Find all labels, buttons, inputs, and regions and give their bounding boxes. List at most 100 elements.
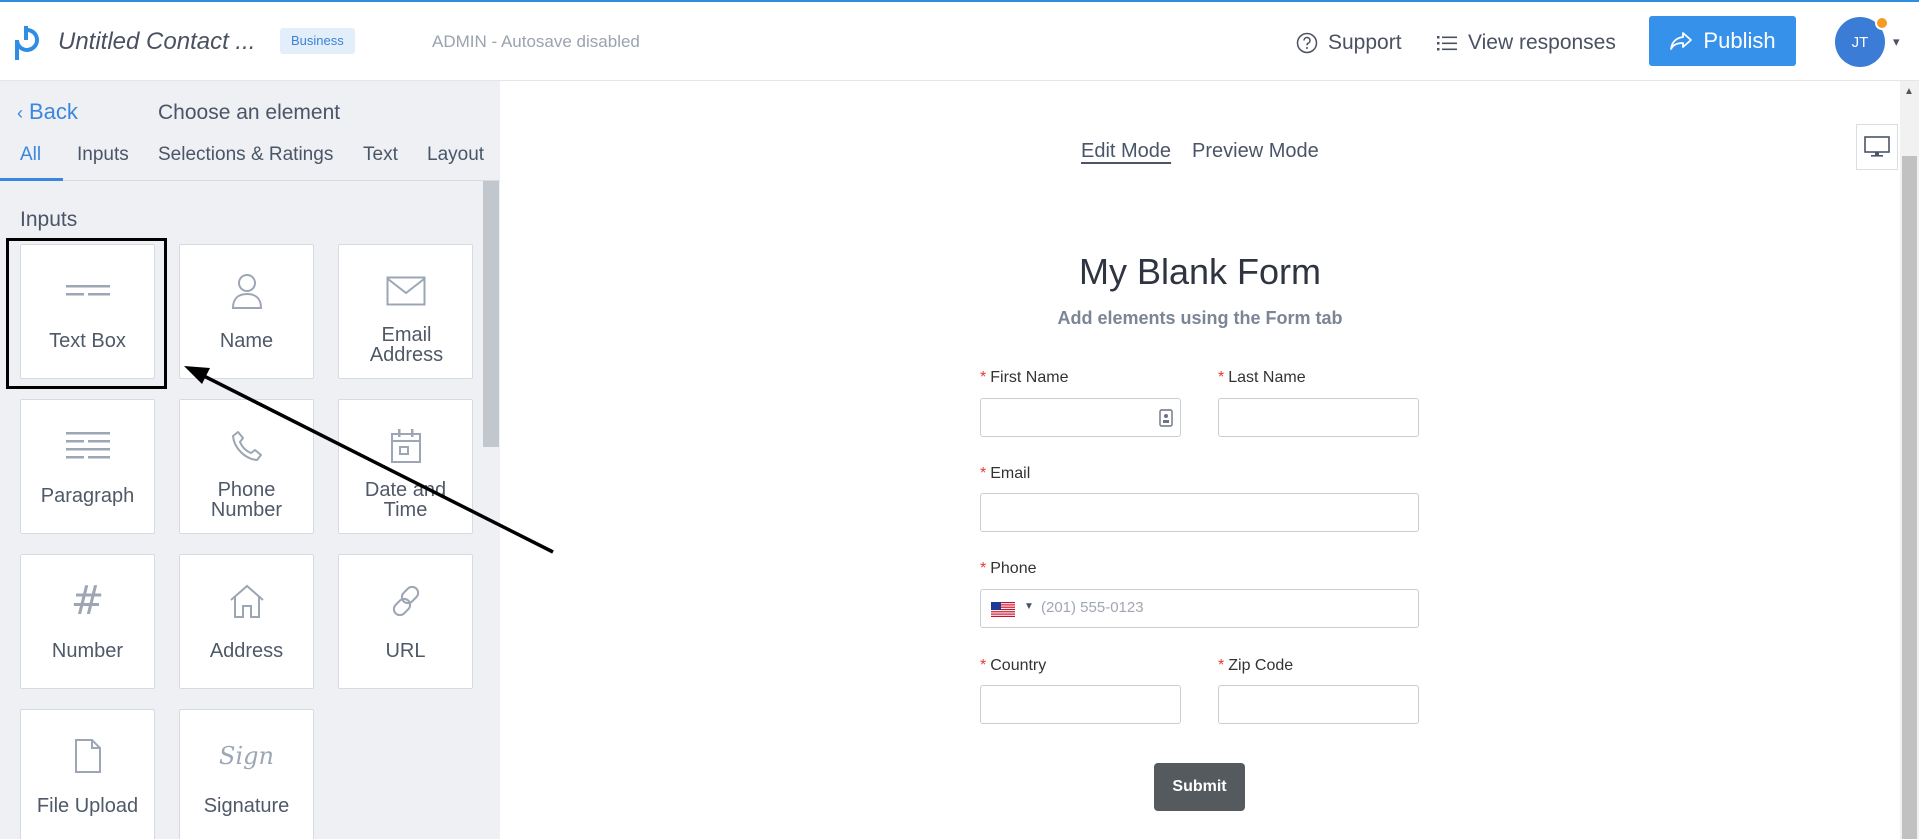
tab-text[interactable]: Text [363, 144, 398, 181]
element-label-text: Phone Number [210, 479, 283, 521]
sidebar-scroll-thumb[interactable] [483, 181, 499, 447]
zip-code-input[interactable] [1218, 685, 1419, 724]
us-flag-icon[interactable] [991, 602, 1015, 617]
first-name-label: * First Name [980, 369, 1068, 387]
house-icon [180, 581, 313, 621]
element-label: Signature [203, 795, 290, 817]
form-canvas [500, 81, 1919, 839]
section-title-inputs: Inputs [20, 208, 78, 231]
element-phone-number[interactable]: Phone Number [179, 399, 314, 534]
required-asterisk: * [980, 369, 987, 386]
required-asterisk: * [1218, 657, 1225, 674]
question-circle-icon [1296, 32, 1318, 54]
sidebar-header: ‹ Back Choose an element All Inputs Selec… [0, 81, 500, 181]
element-file-upload[interactable]: File Upload [20, 709, 155, 839]
email-input[interactable] [980, 493, 1419, 532]
element-label-text: Date and Time [364, 479, 447, 521]
plan-badge: Business [280, 28, 355, 54]
support-label: Support [1328, 31, 1402, 54]
view-responses-link[interactable]: View responses [1436, 28, 1616, 58]
first-name-input[interactable] [980, 398, 1181, 437]
notification-dot [1875, 16, 1889, 30]
element-label: Phone Number [180, 480, 313, 520]
last-name-input[interactable] [1218, 398, 1419, 437]
element-label: Paragraph [40, 485, 135, 507]
edit-mode-tab[interactable]: Edit Mode [1081, 140, 1171, 163]
envelope-icon [339, 271, 472, 311]
email-label-text: Email [990, 465, 1031, 482]
form-title[interactable]: My Blank Form [900, 251, 1500, 293]
person-icon [180, 271, 313, 311]
paragraph-icon [21, 426, 154, 466]
page-scroll-thumb[interactable] [1902, 156, 1917, 839]
view-responses-label: View responses [1468, 31, 1616, 54]
element-label: URL [385, 640, 426, 662]
element-name[interactable]: Name [179, 244, 314, 379]
back-button[interactable]: ‹ Back [17, 99, 78, 125]
calendar-icon [339, 426, 472, 466]
element-label: Date and Time [339, 480, 472, 520]
element-number[interactable]: # Number [20, 554, 155, 689]
phone-label: * Phone [980, 560, 1037, 578]
country-label: * Country [980, 657, 1046, 675]
element-label: File Upload [36, 795, 139, 817]
element-label: Number [51, 640, 124, 662]
country-label-text: Country [990, 657, 1047, 674]
form-subtitle: Add elements using the Form tab [1057, 308, 1343, 328]
required-asterisk: * [980, 465, 987, 482]
country-input[interactable] [980, 685, 1181, 724]
file-icon [21, 736, 154, 776]
required-asterisk: * [980, 560, 987, 577]
element-date-and-time[interactable]: Date and Time [338, 399, 473, 534]
email-label: * Email [980, 465, 1030, 483]
signature-icon: Sign [219, 742, 274, 770]
list-icon [1437, 36, 1457, 51]
first-name-label-text: First Name [990, 369, 1069, 386]
phone-icon [180, 426, 313, 466]
form-name[interactable]: Untitled Contact ... [58, 28, 255, 56]
active-tab-indicator [0, 178, 63, 181]
phone-placeholder: (201) 555-0123 [1041, 599, 1144, 616]
support-link[interactable]: Support [1296, 28, 1402, 58]
top-bar: Untitled Contact ... Business ADMIN - Au… [0, 0, 1919, 81]
submit-button[interactable]: Submit [1154, 763, 1245, 811]
scroll-up-arrow-icon[interactable]: ▲ [1904, 86, 1914, 97]
annotation-highlight-box [6, 238, 167, 389]
element-signature[interactable]: Sign Signature [179, 709, 314, 839]
zip-code-label: * Zip Code [1218, 657, 1293, 675]
link-icon [339, 581, 472, 621]
publish-button[interactable]: Publish [1649, 16, 1796, 66]
element-label: Name [219, 330, 274, 352]
preview-mode-tab[interactable]: Preview Mode [1192, 140, 1319, 163]
element-paragraph[interactable]: Paragraph [20, 399, 155, 534]
element-label: Address [209, 640, 284, 662]
element-tabs: All Inputs Selections & Ratings Text Lay… [0, 144, 500, 181]
tab-layout[interactable]: Layout [427, 144, 484, 181]
element-label: Email Address [339, 325, 474, 365]
chevron-down-icon[interactable]: ▾ [1893, 34, 1900, 50]
country-dropdown-caret-icon[interactable]: ▼ [1024, 601, 1034, 612]
element-address[interactable]: Address [179, 554, 314, 689]
monitor-icon [1864, 136, 1890, 157]
share-arrow-icon [1670, 32, 1693, 50]
tab-all[interactable]: All [20, 144, 41, 181]
phone-label-text: Phone [990, 560, 1037, 577]
last-name-label-text: Last Name [1228, 369, 1306, 386]
back-label: Back [29, 99, 78, 124]
required-asterisk: * [1218, 369, 1225, 386]
element-url[interactable]: URL [338, 554, 473, 689]
desktop-preview-button[interactable] [1856, 124, 1898, 170]
sidebar-title: Choose an element [158, 101, 341, 124]
app-logo-icon[interactable] [13, 26, 39, 60]
tab-inputs[interactable]: Inputs [77, 144, 129, 181]
hash-icon: # [70, 578, 105, 624]
element-email-address[interactable]: Email Address [338, 244, 473, 379]
contact-card-icon [1159, 409, 1173, 427]
required-asterisk: * [980, 657, 987, 674]
autosave-status: ADMIN - Autosave disabled [432, 32, 640, 51]
publish-label: Publish [1703, 28, 1776, 53]
last-name-label: * Last Name [1218, 369, 1306, 387]
tab-selections-ratings[interactable]: Selections & Ratings [158, 144, 333, 181]
zip-code-label-text: Zip Code [1228, 657, 1294, 674]
element-sidebar: ‹ Back Choose an element All Inputs Selec… [0, 81, 500, 839]
